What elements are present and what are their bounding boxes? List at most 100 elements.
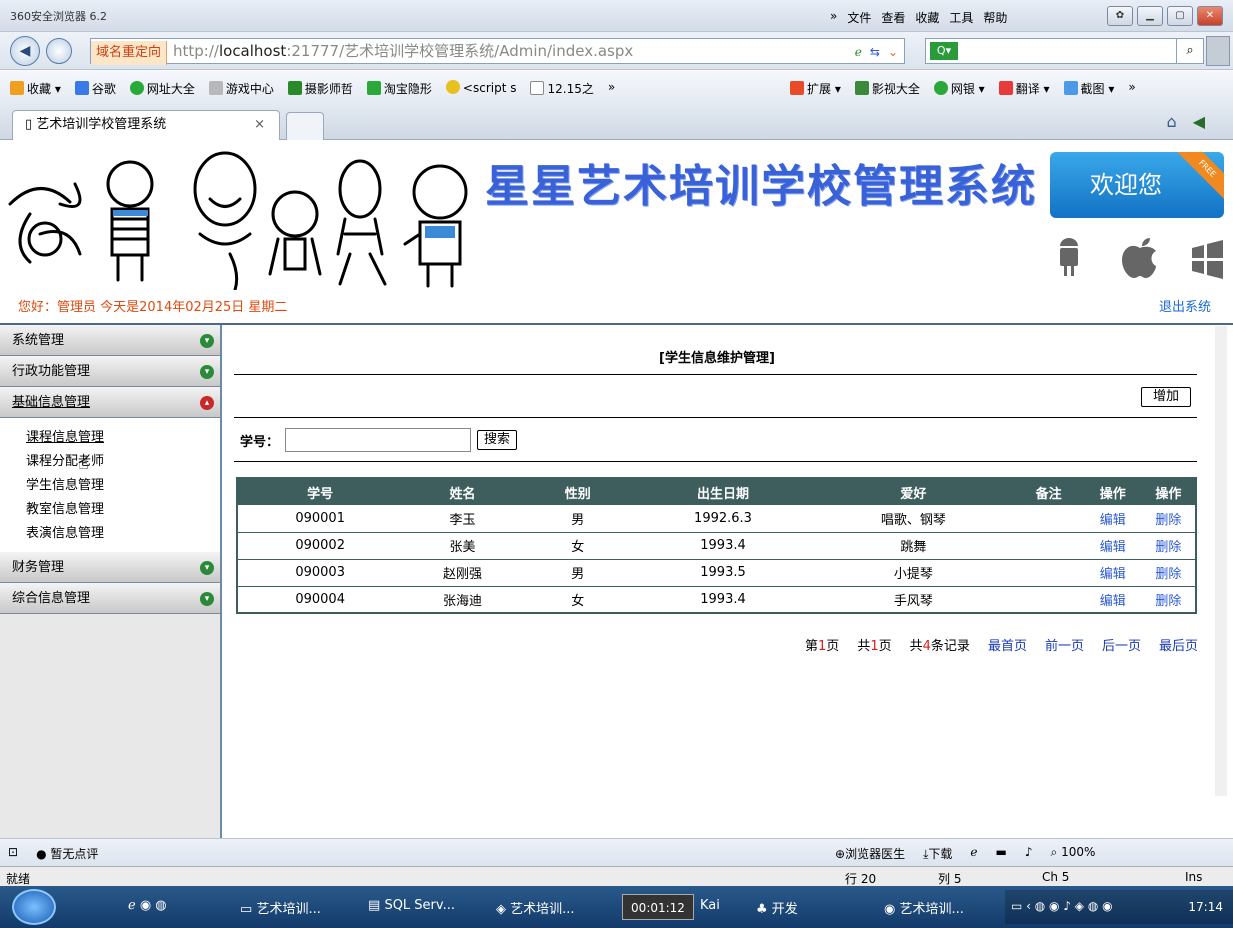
sidebar: 系统管理 ▾ 行政功能管理 ▾ 基础信息管理 ▴ 课程信息管理 课程分配老师 学… [0,325,222,838]
sidebar-group-system[interactable]: 系统管理 ▾ [0,325,220,356]
speaker-icon[interactable]: ♪ [1025,845,1033,862]
dropdown-arrow-icon[interactable]: ⌄ [888,40,898,64]
sidebar-item-student-info[interactable]: 学生信息管理 [26,474,220,498]
delete-link[interactable]: 删除 [1141,505,1196,533]
cell-birth-date: 1993.4 [632,532,814,560]
expand-icon[interactable]: ▾ [200,592,214,606]
delete-link[interactable]: 删除 [1141,532,1196,560]
tab-active[interactable]: ▯ 艺术培训学校管理系统 × [12,110,280,140]
fav-screenshot[interactable]: 截图 ▾ [1063,80,1114,97]
task-visual-studio[interactable]: ◈ 艺术培训... [496,898,575,917]
task-dev[interactable]: ♣ 开发 [756,898,798,917]
menu-tools[interactable]: 工具 [949,9,973,26]
edit-link[interactable]: 编辑 [1083,559,1142,587]
tab-close-icon[interactable]: × [254,111,265,139]
undo-close-icon[interactable]: ◀ [1193,112,1205,131]
url-input[interactable]: 域名重定向 http://localhost:21777/艺术培训学校管理系统/A… [90,38,905,65]
download-button[interactable]: ⤓下载 [923,845,952,862]
sidebar-group-general[interactable]: 综合信息管理 ▾ [0,583,220,614]
expand-icon[interactable]: ▾ [200,561,214,575]
zoom-control[interactable]: ⌕ 100% [1051,845,1096,862]
system-tray: ▭ ‹ ◍ ◉ ♪ ◈ ◍ ◉ 17:14 [1005,890,1233,924]
vertical-scrollbar[interactable] [1215,326,1227,796]
next-page-link[interactable]: 后一页 [1102,635,1141,654]
last-page-link[interactable]: 最后页 [1159,635,1198,654]
prev-page-link[interactable]: 前一页 [1045,635,1084,654]
sidebar-item-course-info[interactable]: 课程信息管理 [26,426,220,450]
menu-file[interactable]: 文件 [847,9,871,26]
quicklaunch-icons[interactable]: ℯ ◉ ◍ [128,898,167,913]
student-table: 学号 姓名 性别 出生日期 爱好 备注 操作 操作 090001 李玉 男 19… [236,477,1197,614]
fav-games[interactable]: 游戏中心 [208,80,274,97]
table-row: 090003 赵刚强 男 1993.5 小提琴 编辑 删除 [237,559,1196,587]
expand-icon[interactable]: ▾ [200,334,214,348]
close-button[interactable]: ✕ [1197,6,1223,26]
sidebar-toggle-icon[interactable]: ⊡ [8,845,18,862]
menu-view[interactable]: 查看 [881,9,905,26]
tray-icons[interactable]: ▭ ‹ ◍ ◉ ♪ ◈ ◍ ◉ [1011,899,1113,913]
sidebar-group-basic-info[interactable]: 基础信息管理 ▴ [0,387,220,418]
cell-gender: 女 [522,586,633,614]
fav-right-more[interactable]: » [1128,80,1135,97]
search-input[interactable]: Q▾ [925,38,1180,64]
fav-hao[interactable]: 网址大全 [129,80,195,97]
sidebar-group-finance[interactable]: 财务管理 ▾ [0,552,220,583]
new-tab-button[interactable] [286,112,324,140]
task-sql-server[interactable]: ▤ SQL Serv... [368,898,455,913]
avatar[interactable] [1206,36,1230,66]
comment-status[interactable]: ● 暂无点评 [36,845,98,862]
fav-translate[interactable]: 翻译 ▾ [998,80,1050,97]
skin-icon[interactable]: ✿ [1107,6,1133,26]
delete-link[interactable]: 删除 [1141,559,1196,587]
redirect-badge[interactable]: 域名重定向 [91,41,168,65]
fav-photographer[interactable]: 摄影师哲 [287,80,353,97]
task-kai[interactable]: Kai [700,898,720,913]
search-engine-icon[interactable]: Q▾ [930,42,958,60]
fav-bank[interactable]: 网银 ▾ [933,80,985,97]
menu-help[interactable]: 帮助 [983,9,1007,26]
add-button[interactable]: 增加 [1141,387,1191,407]
fav-more[interactable]: » [608,80,615,97]
speed-mode-icon[interactable]: ⇆ [870,40,880,64]
fav-taobao[interactable]: 淘宝隐形 [366,80,432,97]
fav-video[interactable]: 影视大全 [854,80,920,97]
fav-script[interactable]: <script s [445,80,516,97]
clock[interactable]: 17:14 [1188,900,1223,914]
page-title: [学生信息维护管理] [659,351,775,366]
sidebar-item-classroom-info[interactable]: 教室信息管理 [26,498,220,522]
sidebar-group-admin[interactable]: 行政功能管理 ▾ [0,356,220,387]
edit-link[interactable]: 编辑 [1083,586,1142,614]
search-go-icon[interactable]: ⌕ [1176,38,1204,64]
task-browser[interactable]: ◉ 艺术培训... [884,898,964,917]
maximize-button[interactable]: ▢ [1167,6,1193,26]
first-page-link[interactable]: 最首页 [988,635,1027,654]
expand-icon[interactable]: ▾ [200,365,214,379]
ie-icon[interactable]: ℯ [970,845,977,862]
task-explorer[interactable]: ▭ 艺术培训... [240,898,321,917]
cartoon-banner [8,151,468,290]
browser-doctor[interactable]: ⊕浏览器医生 [835,845,905,862]
fav-favorites[interactable]: 收藏 ▾ [10,80,61,97]
delete-link[interactable]: 删除 [1141,586,1196,614]
ie-mode-icon[interactable]: ℯ [855,40,862,64]
menu-favorites[interactable]: 收藏 [915,9,939,26]
douban-icon [287,81,302,95]
forward-button[interactable] [46,38,72,64]
logout-link[interactable]: 退出系统 [1159,296,1211,315]
start-button[interactable] [12,889,56,925]
fav-1215[interactable]: 12.15之 [530,80,594,97]
student-id-input[interactable] [285,428,472,452]
window-icon[interactable]: ▬ [996,845,1007,862]
back-button[interactable]: ◀ [10,36,40,66]
minimize-button[interactable]: ▁ [1137,6,1163,26]
edit-link[interactable]: 编辑 [1083,505,1142,533]
home-icon[interactable]: ⌂ [1167,112,1177,131]
sidebar-item-course-teacher[interactable]: 课程分配老师 [26,450,220,474]
menu-more[interactable]: » [830,9,837,26]
sidebar-item-performance-info[interactable]: 表演信息管理 [26,522,220,546]
collapse-icon[interactable]: ▴ [200,396,214,410]
search-button[interactable]: 搜索 [477,430,518,450]
fav-google[interactable]: 谷歌 [74,80,116,97]
edit-link[interactable]: 编辑 [1083,532,1142,560]
fav-extensions[interactable]: 扩展 ▾ [790,80,841,97]
